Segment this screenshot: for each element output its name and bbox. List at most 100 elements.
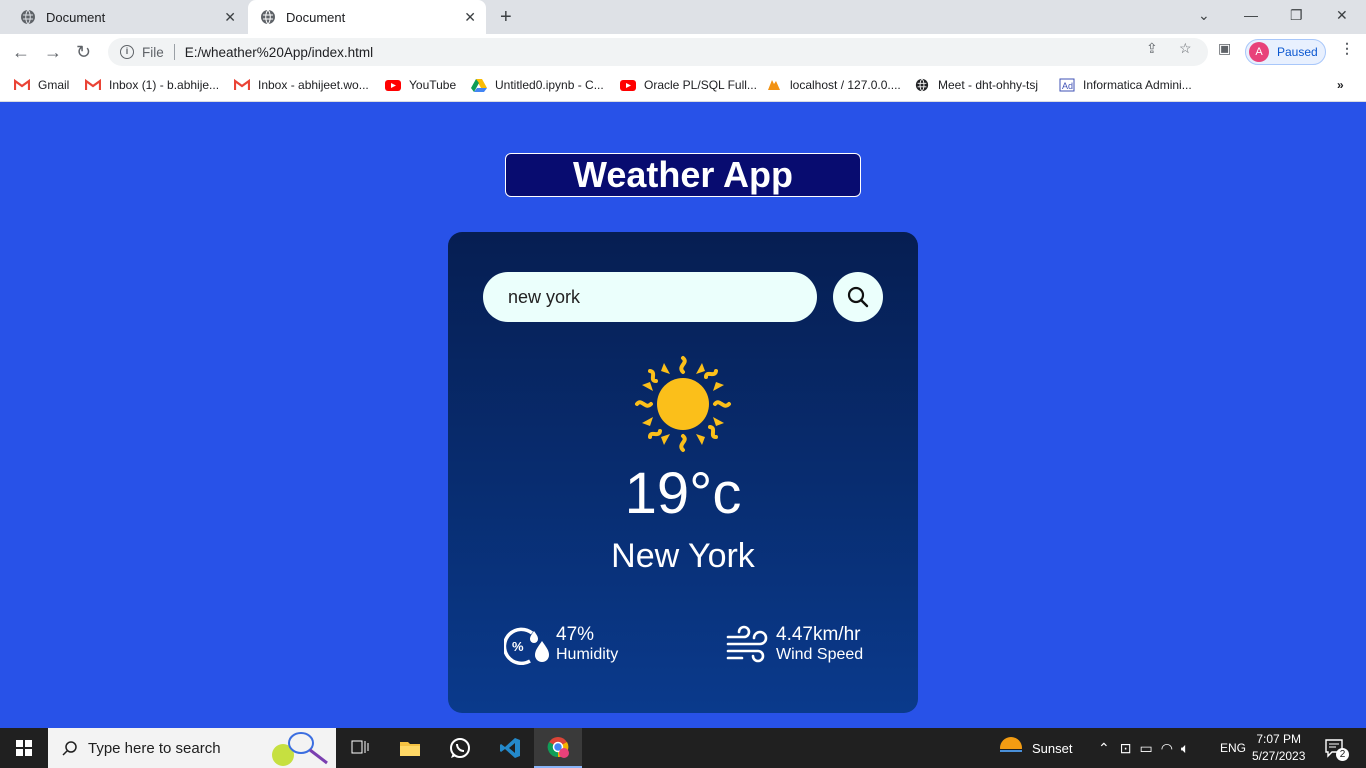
bookmark-star-icon[interactable]: ☆	[1179, 40, 1192, 57]
notification-center-button[interactable]: 2	[1324, 728, 1349, 768]
bookmark-inbox-2[interactable]: Inbox - abhijeet.wo...	[234, 78, 369, 92]
reload-button[interactable]: ↻	[76, 42, 91, 63]
bookmark-inbox-1[interactable]: Inbox (1) - b.abhije...	[85, 78, 219, 92]
wind-label: Wind Speed	[776, 646, 864, 663]
divider	[173, 44, 175, 60]
profile-status: Paused	[1277, 45, 1318, 59]
bookmark-label: Inbox - abhijeet.wo...	[258, 78, 369, 92]
sun-icon	[635, 356, 731, 452]
vscode-icon[interactable]	[486, 728, 534, 768]
globe-icon	[21, 9, 35, 25]
globe-icon	[261, 9, 275, 25]
clock[interactable]: 7:07 PM 5/27/2023	[1252, 731, 1305, 765]
taskbar-search[interactable]: Type here to search	[48, 728, 336, 768]
bookmark-meet[interactable]: Meet - dht-ohhy-tsj	[914, 78, 1038, 92]
profile-button[interactable]: A Paused	[1245, 39, 1326, 65]
humidity-icon: %	[504, 627, 549, 665]
minimize-button[interactable]: —	[1244, 7, 1258, 23]
bookmark-label: Untitled0.ipynb - C...	[495, 78, 604, 92]
info-icon[interactable]: i	[120, 45, 134, 59]
informatica-icon: Ad	[1059, 78, 1075, 92]
taskbar-search-placeholder: Type here to search	[88, 739, 221, 757]
search-icon	[62, 741, 77, 756]
tray-icons: ⌃ ⊡ ▭ ◠ 🔈︎	[1098, 728, 1189, 768]
bookmark-label: Meet - dht-ohhy-tsj	[938, 78, 1039, 92]
gmail-icon	[14, 78, 30, 90]
bookmark-colab[interactable]: Untitled0.ipynb - C...	[471, 78, 604, 92]
close-window-button[interactable]: ✕	[1336, 7, 1348, 24]
tab-strip: Document ✕ Document ✕ + ⌄ — ❐ ✕	[0, 0, 1366, 34]
gmail-icon	[234, 78, 250, 90]
file-explorer-icon[interactable]	[386, 728, 434, 768]
url-text: E:/wheather%20App/index.html	[184, 44, 374, 60]
tab-search-chevron-icon[interactable]: ⌄	[1198, 7, 1210, 24]
wifi-icon[interactable]: ◠	[1161, 740, 1173, 757]
windows-start-icon[interactable]	[16, 740, 32, 756]
weather-widget[interactable]: Sunset	[998, 728, 1072, 768]
bookmark-label: localhost / 127.0.0....	[790, 78, 901, 92]
bookmark-label: Oracle PL/SQL Full...	[644, 78, 757, 92]
bookmark-label: Informatica Admini...	[1083, 78, 1192, 92]
meet-now-icon[interactable]: ⊡	[1120, 740, 1132, 757]
clock-date: 5/27/2023	[1252, 749, 1306, 763]
wind-value: 4.47km/hr	[776, 624, 861, 645]
notification-badge: 2	[1336, 748, 1349, 761]
whatsapp-icon[interactable]	[436, 728, 484, 768]
svg-text:%: %	[512, 639, 524, 654]
show-hidden-icons-icon[interactable]: ⌃	[1098, 740, 1110, 757]
drive-icon	[471, 79, 487, 92]
menu-dots-icon[interactable]: ⋮	[1340, 40, 1354, 57]
bookmark-informatica[interactable]: Ad Informatica Admini...	[1059, 78, 1192, 92]
scheme-label: File	[142, 44, 164, 60]
city-name: New York	[611, 537, 755, 575]
new-tab-button[interactable]: +	[500, 6, 512, 29]
bookmark-localhost[interactable]: localhost / 127.0.0....	[766, 78, 901, 92]
humidity-value: 47%	[556, 624, 595, 645]
bookmark-label: YouTube	[409, 78, 457, 92]
chrome-icon[interactable]	[534, 728, 582, 768]
wind-detail: 4.47km/hr Wind Speed	[726, 625, 863, 665]
url-field[interactable]: i File E:/wheather%20App/index.html	[108, 38, 1208, 66]
humidity-label: Humidity	[556, 646, 619, 663]
avatar: A	[1249, 42, 1269, 62]
phpmyadmin-icon	[768, 80, 780, 90]
battery-icon[interactable]: ▭	[1139, 740, 1152, 757]
tennis-racket-icon	[271, 732, 328, 766]
tab-title: Document	[286, 9, 346, 25]
page-title: Weather App	[505, 153, 861, 197]
tab-close-icon[interactable]: ✕	[464, 9, 476, 26]
search-button[interactable]	[833, 272, 883, 322]
humidity-detail: % 47% Humidity	[504, 625, 618, 665]
search-input[interactable]	[483, 272, 817, 322]
temperature: 19°c	[624, 461, 742, 526]
restore-button[interactable]: ❐	[1290, 7, 1303, 24]
youtube-icon	[385, 80, 401, 91]
weather-app-page: Weather App new york 19°c New York % 47%…	[0, 103, 1366, 728]
bookmark-label: Inbox (1) - b.abhije...	[109, 78, 220, 92]
tab-title: Document	[46, 9, 106, 25]
tab-close-icon[interactable]: ✕	[224, 9, 236, 26]
youtube-icon	[620, 80, 636, 91]
language-indicator[interactable]: ENG	[1220, 728, 1246, 768]
browser-tab-1[interactable]: Document ✕	[0, 0, 246, 34]
taskbar: Type here to search Sunset ⌃ ⊡ ▭ ◠ 🔈︎ EN…	[0, 728, 1366, 768]
bookmark-gmail[interactable]: Gmail	[14, 78, 69, 92]
bookmarks-overflow-icon[interactable]: »	[1337, 78, 1344, 92]
bookmark-youtube[interactable]: YouTube	[385, 78, 456, 92]
clock-time: 7:07 PM	[1256, 732, 1302, 746]
bookmark-label: Gmail	[38, 78, 70, 92]
forward-button[interactable]: →	[44, 42, 62, 63]
sunset-icon	[998, 737, 1024, 760]
gmail-icon	[85, 78, 101, 90]
browser-tab-2-active[interactable]: Document ✕	[248, 0, 486, 34]
volume-icon[interactable]: 🔈︎	[1181, 740, 1189, 757]
svg-text:Ad: Ad	[1062, 81, 1073, 91]
back-button[interactable]: ←	[12, 42, 30, 63]
bookmark-oracle[interactable]: Oracle PL/SQL Full...	[620, 78, 757, 92]
weather-widget-label: Sunset	[1032, 740, 1073, 756]
globe-icon	[915, 78, 929, 92]
share-icon[interactable]: ⇪	[1146, 40, 1158, 57]
task-view-icon[interactable]	[336, 728, 384, 768]
bookmarks-bar: Gmail Inbox (1) - b.abhije... Inbox - ab…	[0, 70, 1366, 102]
side-panel-icon[interactable]: ▣	[1218, 40, 1231, 57]
